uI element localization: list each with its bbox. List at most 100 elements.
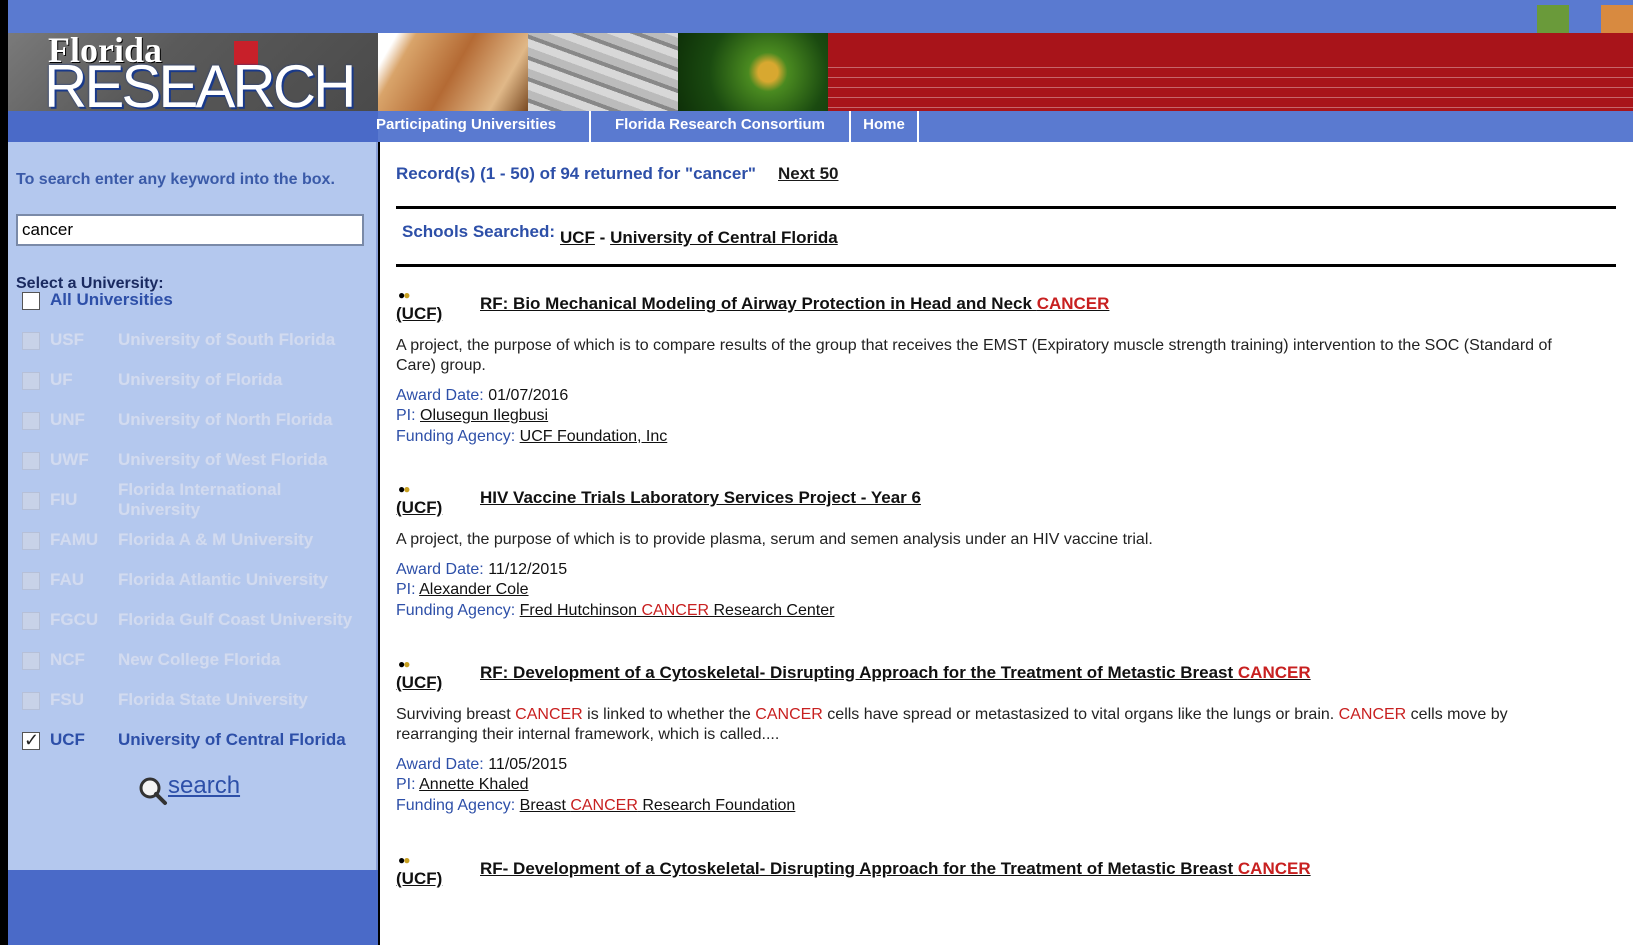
highlight-term: CANCER [1036,294,1110,313]
principal-investigator-label: PI: [396,776,420,793]
university-name: University of West Florida [118,450,328,469]
university-abbr: UNF [50,410,85,429]
search-hint: To search enter any keyword into the box… [16,171,335,188]
funding-agency-link[interactable]: Fred Hutchinson CANCER Research Center [520,602,835,619]
funding-agency: Funding Agency: UCF Foundation, Inc [396,427,667,447]
color-squares [1537,5,1633,33]
university-row-fau: FAU Florida Atlantic University [22,568,372,598]
text-segment: RF: Development of a Cytoskeletal- Disru… [480,663,1238,682]
all-universities-row[interactable]: All Universities [22,288,372,318]
site-header: Florida RESEARCH [8,33,1633,111]
text-segment: Research Foundation [637,797,796,814]
university-row-famu: FAMU Florida A & M University [22,528,372,558]
award-date: Award Date: 11/05/2015 [396,755,567,775]
highlight-term: CANCER [641,602,710,619]
funding-agency-link[interactable]: UCF Foundation, Inc [520,428,668,445]
result-description: A project, the purpose of which is to co… [396,336,1586,376]
all-universities-checkbox[interactable] [22,292,40,310]
university-checkbox-ncf [22,652,40,670]
university-row-usf: USF University of South Florida [22,328,372,358]
search-sidebar: To search enter any keyword into the box… [8,142,378,870]
university-row-ucf[interactable]: UCF University of Central Florida [22,728,372,758]
university-name: Florida A & M University [118,530,314,549]
university-row-fiu: FIU Florida International University [22,480,372,519]
university-checkbox-ucf[interactable] [22,730,40,751]
next-page-link[interactable]: Next 50 [778,164,838,184]
text-segment: RF: Bio Mechanical Modeling of Airway Pr… [480,294,1037,313]
award-date-value: 11/05/2015 [488,756,568,773]
result-school-tag[interactable]: (UCF) [396,498,442,518]
university-checkbox-uf [22,372,40,390]
site-logo[interactable]: Florida RESEARCH [8,33,378,111]
header-photo-fern [678,33,828,111]
university-checkbox-fsu [22,692,40,710]
principal-investigator: PI: Olusegun Ilegbusi [396,406,548,426]
university-abbr: FAU [50,570,84,589]
school-separator: - [594,228,611,247]
text-segment: cells have spread or metastasized to vit… [822,706,1339,723]
nav-participating-universities[interactable]: Participating Universities [364,111,591,142]
principal-investigator-label: PI: [396,407,421,424]
logo-research-text: RESEARCH [44,53,356,112]
text-segment: Breast [519,797,571,814]
result-school-tag[interactable]: (UCF) [396,869,442,889]
funding-agency-link[interactable]: Breast CANCER Research Foundation [520,797,796,814]
sidebar-footer [8,870,378,945]
principal-investigator: PI: Annette Khaled [396,775,529,795]
university-abbr: USF [50,330,84,349]
color-square-blue [1569,5,1601,33]
university-row-uf: UF University of Florida [22,368,372,398]
university-abbr: FAMU [50,530,99,549]
result-title-link[interactable]: RF: Development of a Cytoskeletal- Disru… [480,663,1311,683]
pi-link[interactable]: Olusegun Ilegbusi [420,407,548,424]
award-date-label: Award Date: [396,756,489,773]
nav-home[interactable]: Home [851,111,919,142]
schools-searched-value: UCF - University of Central Florida [560,228,838,248]
award-date-label: Award Date: [396,561,489,578]
search-input[interactable] [16,214,364,246]
color-square-orange [1601,5,1633,33]
university-abbr: NCF [50,650,85,669]
university-checkbox-fau [22,572,40,590]
award-date: Award Date: 11/12/2015 [396,560,567,580]
magnifier-icon [139,777,167,805]
principal-investigator: PI: Alexander Cole [396,580,529,600]
university-checkbox-unf [22,412,40,430]
university-checkbox-fiu [22,492,40,510]
header-photo-hands [378,33,528,111]
university-name: University of Florida [118,370,283,389]
result-school-tag[interactable]: (UCF) [396,673,442,693]
university-row-unf: UNF University of North Florida [22,408,372,438]
university-abbr: UWF [50,450,89,469]
university-abbr: UF [50,370,73,389]
result-bullet-icon: ●● [398,853,411,867]
nav-florida-research-consortium[interactable]: Florida Research Consortium [591,111,851,142]
result-title-link[interactable]: RF- Development of a Cytoskeletal- Disru… [480,859,1311,879]
pi-link[interactable]: Annette Khaled [419,776,528,793]
university-abbr: FGCU [50,610,99,629]
pi-link[interactable]: Alexander Cole [419,581,528,598]
school-name-link[interactable]: University of Central Florida [610,228,838,247]
university-name: New College Florida [118,650,281,669]
top-bar [8,0,1633,33]
result-description: Surviving breast CANCER is linked to whe… [396,705,1586,745]
result-school-tag[interactable]: (UCF) [396,304,442,324]
header-photo-keyboard [528,33,678,111]
result-bullet-icon: ●● [398,482,411,496]
university-row-ncf: NCF New College Florida [22,648,372,678]
result-title-link[interactable]: HIV Vaccine Trials Laboratory Services P… [480,488,921,508]
result-title-link[interactable]: RF: Bio Mechanical Modeling of Airway Pr… [480,294,1109,314]
university-name: Florida Gulf Coast University [118,610,353,629]
highlight-term: CANCER [1237,859,1311,878]
university-name: Florida Atlantic University [118,570,329,589]
results-panel: Record(s) (1 - 50) of 94 returned for "c… [380,142,1633,945]
nav-bar: Participating Universities Florida Resea… [8,111,1633,142]
funding-agency-label: Funding Agency: [396,602,520,619]
nav-left-fill [8,111,378,142]
award-date-value: 01/07/2016 [488,387,569,404]
university-abbr: FSU [50,690,84,709]
result-bullet-icon: ●● [398,657,411,671]
school-abbr-link[interactable]: UCF [560,228,595,247]
university-name: University of South Florida [118,330,336,349]
award-date-label: Award Date: [396,387,489,404]
